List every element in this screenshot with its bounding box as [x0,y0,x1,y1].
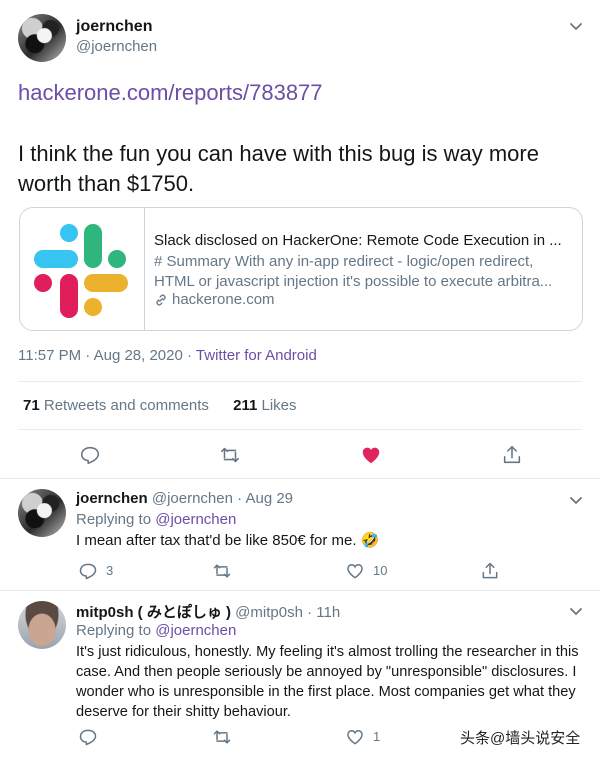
reply-text: I mean after tax that'd be like 850€ for… [76,532,380,549]
retweet-icon[interactable] [212,561,232,581]
card-domain: hackerone.com [172,291,275,308]
share-icon[interactable] [501,444,523,466]
likes-count: 211 [233,397,258,414]
slack-logo-icon [34,224,128,318]
chevron-down-icon[interactable] [566,490,586,510]
reply-text: It's just ridiculous, honestly. My feeli… [76,644,579,720]
divider [18,381,582,382]
tweet-text: I think the fun you can have with this b… [18,141,539,196]
reply-avatar[interactable] [18,489,66,537]
retweets-count: 71 [23,397,40,414]
reply-icon[interactable] [79,444,101,466]
author-avatar[interactable] [18,14,66,62]
replying-to-prefix: Replying to [76,622,156,639]
chevron-down-icon[interactable] [566,601,586,621]
replying-to: Replying to @joernchen [76,622,236,639]
tweet-timestamp[interactable]: 11:57 PM · Aug 28, 2020 · [18,347,196,364]
retweet-icon[interactable] [219,444,241,466]
retweets-stat[interactable]: 71 Retweets and comments [23,397,209,414]
heart-filled-icon[interactable] [360,444,382,466]
retweet-icon[interactable] [212,727,232,747]
chevron-down-icon[interactable] [566,16,586,36]
tweet-source[interactable]: Twitter for Android [196,347,317,364]
replying-to-prefix: Replying to [76,511,156,528]
tweet-stats: 71 Retweets and comments 211 Likes [23,397,297,414]
reply-display-name[interactable]: mitp0sh ( みとぽしゅ ) [76,604,231,621]
divider [18,429,582,430]
reply-count: 3 [106,563,114,578]
retweets-label: Retweets and comments [39,397,209,414]
like-count: 10 [373,563,388,578]
card-image [20,208,145,330]
reply-avatar[interactable] [18,601,66,649]
reply-icon[interactable] [78,727,98,747]
tweet-timestamp-line: 11:57 PM · Aug 28, 2020 · Twitter for An… [18,347,317,364]
link-icon [156,294,166,306]
heart-icon[interactable] [345,561,365,581]
card-title: Slack disclosed on HackerOne: Remote Cod… [154,232,562,249]
replying-to-handle[interactable]: @joernchen [155,622,236,639]
reply-meta[interactable]: @mitp0sh · 11h [231,604,340,621]
watermark: 头条@墙头说安全 [460,730,581,747]
likes-label: Likes [257,397,297,414]
reply-display-name[interactable]: joernchen [76,490,148,507]
reply-header: mitp0sh ( みとぽしゅ ) @mitp0sh · 11h [76,601,340,622]
divider [0,590,600,591]
author-handle[interactable]: @joernchen [76,38,157,55]
divider [0,478,600,479]
author-display-name[interactable]: joernchen [76,18,152,36]
share-icon[interactable] [480,561,500,581]
reply-meta[interactable]: @joernchen · Aug 29 [148,490,293,507]
report-link[interactable]: hackerone.com/reports/783877 [18,80,323,106]
replying-to-handle[interactable]: @joernchen [155,511,236,528]
card-description: # Summary With any in-app redirect - log… [154,253,553,290]
reply-icon[interactable] [78,561,98,581]
reply-header: joernchen @joernchen · Aug 29 [76,490,293,507]
link-card[interactable]: Slack disclosed on HackerOne: Remote Cod… [19,207,583,331]
replying-to: Replying to @joernchen [76,511,236,528]
heart-icon[interactable] [345,727,365,747]
like-count: 1 [373,729,381,744]
likes-stat[interactable]: 211 Likes [233,397,296,414]
